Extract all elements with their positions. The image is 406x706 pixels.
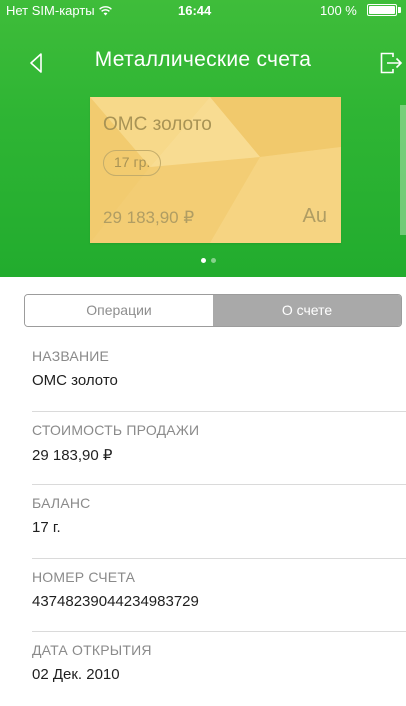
field-open-date: ДАТА ОТКРЫТИЯ 02 Дек. 2010 [32, 632, 406, 706]
field-value: ОМС золото [32, 372, 118, 389]
segmented-control: Операции О счете [24, 294, 402, 327]
card-name: ОМС золото [103, 114, 212, 135]
tab-operations[interactable]: Операции [25, 295, 213, 326]
field-value: 02 Дек. 2010 [32, 666, 120, 683]
battery-tip [398, 7, 401, 13]
field-label: СТОИМОСТЬ ПРОДАЖИ [32, 421, 200, 438]
clock: 16:44 [178, 3, 212, 18]
page-dot-active [201, 258, 206, 263]
field-label: НОМЕР СЧЕТА [32, 568, 136, 585]
field-value: 29 183,90 ₽ [32, 446, 113, 464]
field-label: БАЛАНС [32, 495, 91, 511]
battery-percent: 100 % [320, 3, 357, 18]
header: Нет SIM-карты 16:44 100 % Металлические … [0, 0, 406, 277]
field-sale-price: СТОИМОСТЬ ПРОДАЖИ 29 183,90 ₽ [32, 412, 406, 485]
page-dot [211, 258, 216, 263]
account-card[interactable]: ОМС золото 17 гр. 29 183,90 ₽ Au [90, 97, 341, 243]
card-amount: 29 183,90 ₽ [103, 208, 195, 227]
status-bar: Нет SIM-карты 16:44 100 % [0, 0, 406, 20]
field-value: 17 г. [32, 519, 61, 536]
battery-icon [367, 4, 397, 16]
metal-symbol: Au [302, 205, 327, 227]
account-details: НАЗВАНИЕ ОМС золото СТОИМОСТЬ ПРОДАЖИ 29… [32, 338, 406, 706]
field-label: ДАТА ОТКРЫТИЯ [32, 642, 152, 658]
card-weight-badge: 17 гр. [103, 150, 162, 176]
field-balance: БАЛАНС 17 г. [32, 485, 406, 559]
page-title: Металлические счета [94, 48, 312, 71]
logout-icon[interactable] [378, 50, 404, 76]
wifi-icon [98, 6, 112, 16]
field-name: НАЗВАНИЕ ОМС золото [32, 338, 406, 412]
field-value: 43748239044234983729 [32, 592, 199, 610]
next-card-peek[interactable] [400, 105, 406, 235]
field-label: НАЗВАНИЕ [32, 348, 110, 364]
field-account-number: НОМЕР СЧЕТА 43748239044234983729 [32, 559, 406, 632]
tab-account-info[interactable]: О счете [213, 295, 401, 326]
carrier-text: Нет SIM-карты [6, 3, 95, 18]
carrier-label: Нет SIM-карты [6, 3, 112, 18]
